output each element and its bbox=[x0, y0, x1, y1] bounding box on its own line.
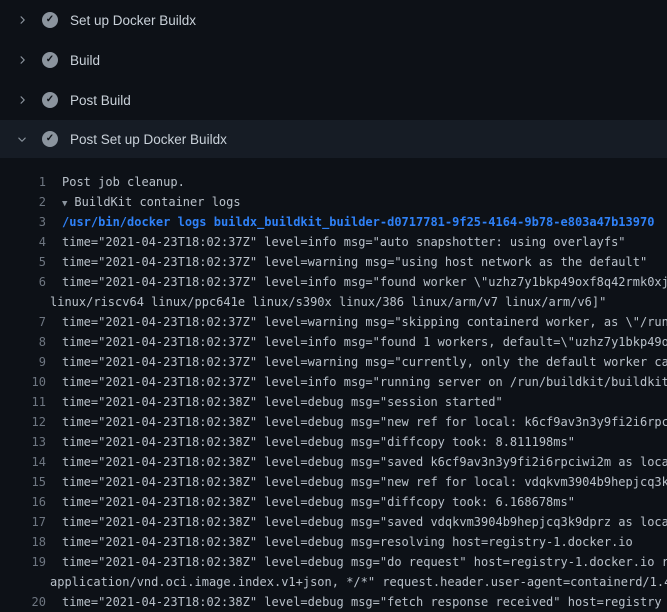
line-number[interactable]: 4 bbox=[0, 232, 46, 252]
steps-list: ✓ Set up Docker Buildx ✓ Build ✓ Post Build ✓ P… bbox=[0, 0, 667, 158]
log-text: time="2021-04-23T18:02:38Z" level=debug … bbox=[46, 392, 503, 412]
line-number[interactable]: 20 bbox=[0, 592, 46, 612]
step-header-set-up-docker-buildx[interactable]: ✓ Set up Docker Buildx bbox=[0, 0, 667, 40]
line-number[interactable]: 1 bbox=[0, 172, 46, 192]
log-text: time="2021-04-23T18:02:38Z" level=debug … bbox=[46, 412, 667, 432]
log-text: time="2021-04-23T18:02:38Z" level=debug … bbox=[46, 472, 667, 492]
log-line: 17time="2021-04-23T18:02:38Z" level=debu… bbox=[0, 512, 667, 532]
log-line: 19time="2021-04-23T18:02:38Z" level=debu… bbox=[0, 552, 667, 572]
line-number[interactable]: 2 bbox=[0, 192, 46, 212]
step-header-post-build[interactable]: ✓ Post Build bbox=[0, 80, 667, 120]
log-text: time="2021-04-23T18:02:37Z" level=warnin… bbox=[46, 252, 647, 272]
log-line: 7time="2021-04-23T18:02:37Z" level=warni… bbox=[0, 312, 667, 332]
check-circle-icon: ✓ bbox=[42, 52, 58, 68]
log-text: time="2021-04-23T18:02:37Z" level=info m… bbox=[46, 232, 626, 252]
log-line: 10time="2021-04-23T18:02:37Z" level=info… bbox=[0, 372, 667, 392]
step-title: Post Set up Docker Buildx bbox=[70, 132, 227, 147]
line-number[interactable]: 3 bbox=[0, 212, 46, 232]
line-number[interactable]: 11 bbox=[0, 392, 46, 412]
log-line: 12time="2021-04-23T18:02:38Z" level=debu… bbox=[0, 412, 667, 432]
log-line: 5time="2021-04-23T18:02:37Z" level=warni… bbox=[0, 252, 667, 272]
log-line: 8time="2021-04-23T18:02:37Z" level=info … bbox=[0, 332, 667, 352]
log-text: application/vnd.oci.image.index.v1+json,… bbox=[46, 572, 667, 592]
group-toggle-icon[interactable]: ▼ bbox=[62, 199, 67, 209]
line-number[interactable]: 16 bbox=[0, 492, 46, 512]
log-text: time="2021-04-23T18:02:37Z" level=info m… bbox=[46, 372, 667, 392]
log-line: 20time="2021-04-23T18:02:38Z" level=debu… bbox=[0, 592, 667, 612]
chevron-right-icon bbox=[14, 12, 30, 28]
check-circle-icon: ✓ bbox=[42, 131, 58, 147]
chevron-down-icon bbox=[14, 131, 30, 147]
line-number[interactable]: 12 bbox=[0, 412, 46, 432]
step-title: Set up Docker Buildx bbox=[70, 13, 196, 28]
log-text: time="2021-04-23T18:02:37Z" level=info m… bbox=[46, 272, 667, 292]
log-text: linux/riscv64 linux/ppc641e linux/s390x … bbox=[46, 292, 606, 312]
line-number[interactable]: 17 bbox=[0, 512, 46, 532]
line-number[interactable]: 14 bbox=[0, 452, 46, 472]
log-text: time="2021-04-23T18:02:38Z" level=debug … bbox=[46, 492, 575, 512]
log-line: 4time="2021-04-23T18:02:37Z" level=info … bbox=[0, 232, 667, 252]
step-header-post-set-up-docker-buildx[interactable]: ✓ Post Set up Docker Buildx bbox=[0, 120, 667, 158]
line-number[interactable]: 19 bbox=[0, 552, 46, 572]
log-text: time="2021-04-23T18:02:38Z" level=debug … bbox=[46, 532, 633, 552]
log-text: time="2021-04-23T18:02:38Z" level=debug … bbox=[46, 452, 667, 472]
log-line: 13time="2021-04-23T18:02:38Z" level=debu… bbox=[0, 432, 667, 452]
log-text: time="2021-04-23T18:02:38Z" level=debug … bbox=[46, 512, 667, 532]
command-text: /usr/bin/docker logs buildx_buildkit_bui… bbox=[46, 212, 654, 232]
log-line: 3/usr/bin/docker logs buildx_buildkit_bu… bbox=[0, 212, 667, 232]
log-line: 11time="2021-04-23T18:02:38Z" level=debu… bbox=[0, 392, 667, 412]
log-line-continuation: application/vnd.oci.image.index.v1+json,… bbox=[0, 572, 667, 592]
line-number[interactable]: 5 bbox=[0, 252, 46, 272]
log-text: time="2021-04-23T18:02:38Z" level=debug … bbox=[46, 552, 667, 572]
log-line-continuation: linux/riscv64 linux/ppc641e linux/s390x … bbox=[0, 292, 667, 312]
log-line: 15time="2021-04-23T18:02:38Z" level=debu… bbox=[0, 472, 667, 492]
line-number-blank bbox=[0, 292, 46, 312]
line-number[interactable]: 7 bbox=[0, 312, 46, 332]
line-number-blank bbox=[0, 572, 46, 592]
log-text: time="2021-04-23T18:02:37Z" level=warnin… bbox=[46, 312, 667, 332]
log-line: 14time="2021-04-23T18:02:38Z" level=debu… bbox=[0, 452, 667, 472]
line-number[interactable]: 6 bbox=[0, 272, 46, 292]
line-number[interactable]: 18 bbox=[0, 532, 46, 552]
log-line: 18time="2021-04-23T18:02:38Z" level=debu… bbox=[0, 532, 667, 552]
step-title: Build bbox=[70, 53, 100, 68]
group-title: BuildKit container logs bbox=[74, 195, 240, 209]
log-line: 6time="2021-04-23T18:02:37Z" level=info … bbox=[0, 272, 667, 292]
check-circle-icon: ✓ bbox=[42, 12, 58, 28]
log-text: time="2021-04-23T18:02:38Z" level=debug … bbox=[46, 592, 662, 612]
chevron-right-icon bbox=[14, 92, 30, 108]
log-text: Post job cleanup. bbox=[46, 172, 185, 192]
log-line: 16time="2021-04-23T18:02:38Z" level=debu… bbox=[0, 492, 667, 512]
step-header-build[interactable]: ✓ Build bbox=[0, 40, 667, 80]
log-line: 9time="2021-04-23T18:02:37Z" level=warni… bbox=[0, 352, 667, 372]
log-line: 1Post job cleanup. bbox=[0, 172, 667, 192]
chevron-right-icon bbox=[14, 52, 30, 68]
step-title: Post Build bbox=[70, 93, 131, 108]
line-number[interactable]: 13 bbox=[0, 432, 46, 452]
log-text: time="2021-04-23T18:02:38Z" level=debug … bbox=[46, 432, 575, 452]
log-text: ▼ BuildKit container logs bbox=[46, 192, 241, 212]
log-area: 1Post job cleanup.2 ▼ BuildKit container l… bbox=[0, 158, 667, 612]
line-number[interactable]: 8 bbox=[0, 332, 46, 352]
log-text: time="2021-04-23T18:02:37Z" level=warnin… bbox=[46, 352, 667, 372]
line-number[interactable]: 10 bbox=[0, 372, 46, 392]
line-number[interactable]: 9 bbox=[0, 352, 46, 372]
log-line: 2 ▼ BuildKit container logs bbox=[0, 192, 667, 212]
line-number[interactable]: 15 bbox=[0, 472, 46, 492]
log-text: time="2021-04-23T18:02:37Z" level=info m… bbox=[46, 332, 667, 352]
check-circle-icon: ✓ bbox=[42, 92, 58, 108]
